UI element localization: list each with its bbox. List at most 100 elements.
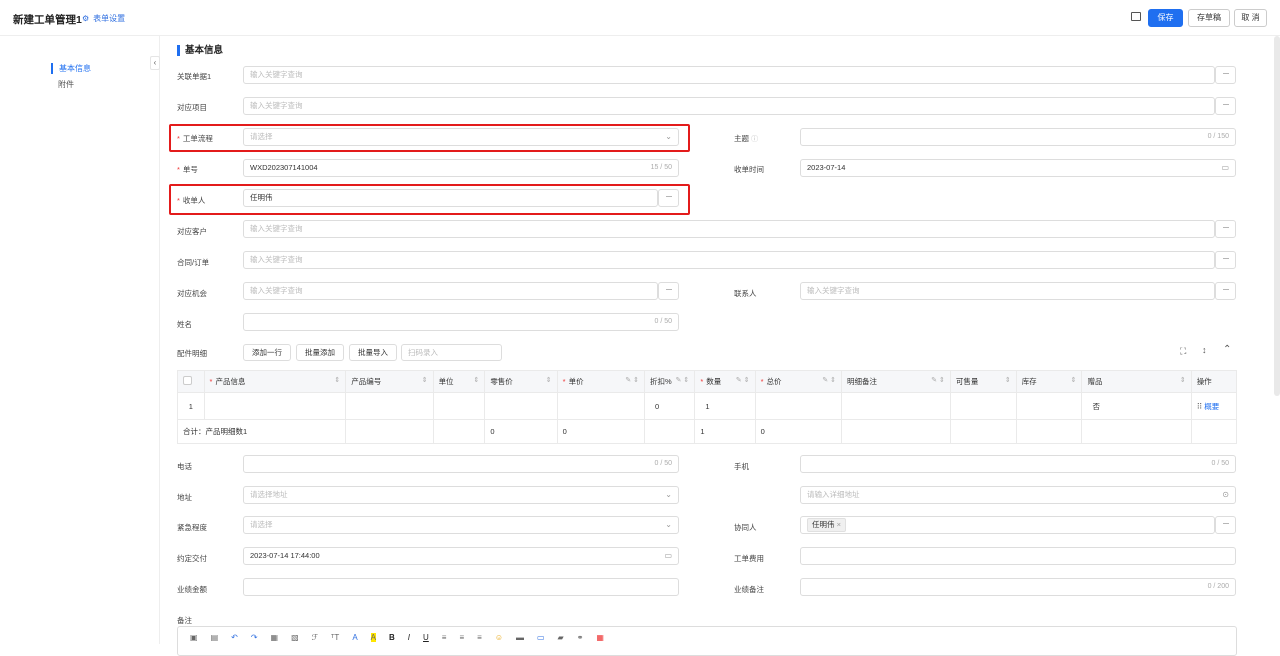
workflow-select[interactable]: 请选择 ⌄ [243,128,679,146]
contact-more-button[interactable]: ··· [1215,282,1236,300]
gear-icon: ⚙ [82,14,90,23]
address-detail-input[interactable]: 请输入详细地址 ⊙ [800,486,1236,504]
project-more-button[interactable]: ··· [1215,97,1236,115]
col-product-info[interactable]: * 产品信息 ⇕ [203,370,347,393]
font-size-icon[interactable]: ᵀT [331,633,339,642]
paste-text-icon[interactable]: ▧ [291,633,299,642]
collapse-sidebar-button[interactable]: ‹ [150,56,160,70]
collapse-up-icon[interactable]: ⌃ [1223,344,1231,355]
font-color-icon[interactable]: A [352,633,357,642]
address-select[interactable]: 请选择地址 ⌄ [243,486,679,504]
related-doc-more-button[interactable]: ··· [1215,66,1236,84]
fullscreen-icon[interactable]: ⛶ [1180,346,1186,357]
sidebar-item-basic-info[interactable]: 基本信息 [51,63,91,74]
cancel-button[interactable]: 取 消 [1234,9,1267,27]
project-input[interactable]: 输入关键字查询 [243,97,1215,115]
mobile-input[interactable]: 0 / 50 [800,455,1236,473]
subject-input[interactable]: 0 / 150 [800,128,1236,146]
col-discount[interactable]: 折扣% ✎ ⇕ [644,370,696,393]
collaborator-input[interactable]: 任明伟 × [800,516,1215,534]
delivery-label: 约定交付 [177,554,207,563]
paste-icon[interactable]: ▦ [271,633,279,642]
amount-input[interactable] [243,578,679,596]
receiver-input[interactable]: 任明伟 [243,189,658,207]
draft-button[interactable]: 存草稿 [1188,9,1230,27]
cell-quantity[interactable]: 1 [694,392,756,420]
col-retail-price[interactable]: 零售价 ⇕ [484,370,558,393]
cell-gift[interactable]: 否 [1081,392,1192,420]
align-right-icon[interactable]: ≡ [477,633,482,642]
contract-more-button[interactable]: ··· [1215,251,1236,269]
cell-discount[interactable]: 0 [644,392,696,420]
sidebar-item-attachments[interactable]: 附件 [51,79,74,90]
font-icon[interactable]: ℱ [312,633,318,642]
receiver-more-button[interactable]: ··· [658,189,679,207]
video-icon[interactable]: ▰ [558,633,564,642]
cell-unit[interactable] [432,392,486,420]
phone-label: 电话 [177,462,192,471]
batch-import-button[interactable]: 批量导入 [349,344,397,361]
contact-input[interactable]: 输入关键字查询 [800,282,1215,300]
col-quantity[interactable]: * 数量 ✎ ⇕ [694,370,756,393]
cell-retail-price[interactable] [484,392,558,420]
customer-input[interactable]: 输入关键字查询 [243,220,1215,238]
align-center-icon[interactable]: ≡ [459,633,464,642]
contract-input[interactable]: 输入关键字查询 [243,251,1215,269]
align-left-icon[interactable]: ≡ [442,633,447,642]
undo-icon[interactable]: ↶ [231,633,238,642]
col-detail-remark[interactable]: 明细备注 ✎ ⇕ [841,370,951,393]
opportunity-more-button[interactable]: ··· [658,282,679,300]
cell-product-code[interactable] [345,392,434,420]
col-gift[interactable]: 赠品 ⇕ [1081,370,1192,393]
urgency-select[interactable]: 请选择 ⌄ [243,516,679,534]
customer-label: 对应客户 [177,227,207,236]
insert-icon[interactable]: ▬ [516,633,524,642]
related-doc-input[interactable]: 输入关键字查询 [243,66,1215,84]
bold-icon[interactable]: B [389,633,395,642]
template-icon[interactable]: ▤ [211,633,219,642]
col-unit[interactable]: 单位 ⇕ [432,370,486,393]
name-input[interactable]: 0 / 50 [243,313,679,331]
cell-total-price[interactable] [754,392,843,420]
emoji-icon[interactable]: ☺ [495,633,503,642]
total-amount: 0 [754,419,843,444]
opportunity-input[interactable]: 输入关键字查询 [243,282,658,300]
select-all-checkbox[interactable] [177,370,205,393]
source-icon[interactable]: ▣ [190,633,198,642]
scrollbar[interactable] [1274,36,1280,396]
delivery-input[interactable]: 2023-07-14 17:44:00 ▭ [243,547,679,565]
cell-operation[interactable]: ⠿ 概要 [1190,392,1238,420]
resize-icon[interactable]: ↕ [1202,345,1207,355]
perf-remark-input[interactable]: 0 / 200 [800,578,1236,596]
redo-icon[interactable]: ↷ [251,633,258,642]
image-icon[interactable]: ▭ [537,633,545,642]
phone-input[interactable]: 0 / 50 [243,455,679,473]
table-icon[interactable]: ▦ [596,633,604,642]
col-product-code[interactable]: 产品编号 ⇕ [345,370,434,393]
col-total-price[interactable]: * 总价 ✎ ⇕ [754,370,843,393]
form-settings-label: 表单设置 [93,14,126,23]
save-button[interactable]: 保存 [1148,9,1183,27]
fee-input[interactable] [800,547,1236,565]
cell-detail-remark[interactable] [841,392,951,420]
collaborator-more-button[interactable]: ··· [1215,516,1236,534]
add-row-button[interactable]: 添加一行 [243,344,291,361]
col-unit-price[interactable]: * 单价 ✎ ⇕ [556,370,646,393]
highlight-icon[interactable]: A [370,633,376,642]
batch-add-button[interactable]: 批量添加 [296,344,344,361]
underline-icon[interactable]: U [423,633,429,642]
col-stock[interactable]: 库存 ⇕ [1015,370,1083,393]
customer-more-button[interactable]: ··· [1215,220,1236,238]
italic-icon[interactable]: I [408,633,410,642]
cell-product-info[interactable] [203,392,347,420]
col-available[interactable]: 可售量 ⇕ [949,370,1017,393]
row-index: 1 [177,392,205,420]
sort-icon: ⇕ [334,377,341,384]
link-icon[interactable]: ⚭ [577,633,584,642]
number-input[interactable]: WXD202307141004 15 / 50 [243,159,679,177]
receive-time-input[interactable]: 2023-07-14 ▭ [800,159,1236,177]
form-settings-link[interactable]: ⚙ 表单设置 [82,13,125,24]
cell-unit-price[interactable] [556,392,646,420]
save-draft-icon[interactable] [1131,12,1141,21]
scan-input[interactable]: 扫码录入 [401,344,502,361]
